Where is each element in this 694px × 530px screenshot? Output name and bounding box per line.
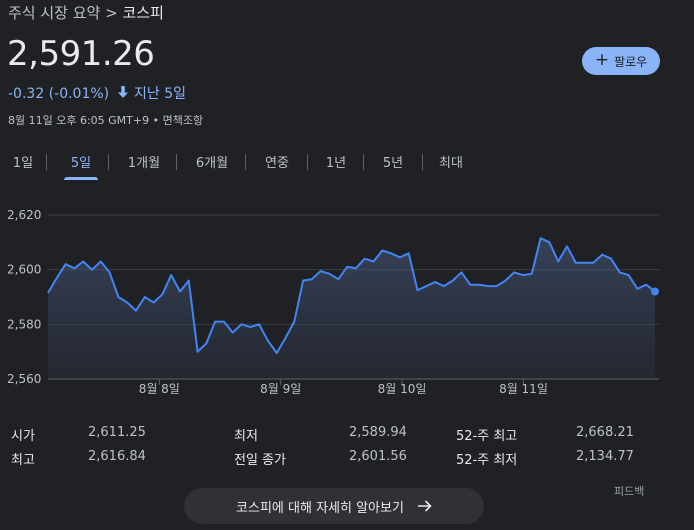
price-chart[interactable]: 2,620 2,600 2,580 2,560 8월 8일 8월 9일 8월 10일 8월 1… (0, 195, 694, 405)
feedback-link[interactable]: 피드백 (614, 483, 644, 499)
y-tick-label: 2,580 (7, 317, 41, 331)
tab-divider (307, 154, 308, 170)
tab-5d[interactable]: 5일 (64, 146, 98, 180)
tab-max[interactable]: 최대 (434, 146, 468, 176)
tab-divider (363, 154, 364, 170)
y-tick-label: 2,560 (7, 372, 41, 386)
tab-1d[interactable]: 1일 (7, 146, 39, 176)
tab-5y[interactable]: 5년 (376, 146, 410, 176)
price-change-period: 지난 5일 (134, 86, 187, 102)
tab-divider (176, 154, 177, 170)
x-tick-label: 8월 11일 (499, 382, 548, 396)
stat-52w-high-value: 2,668.21 (576, 425, 634, 440)
arrow-right-icon (417, 496, 432, 517)
x-tick-label: 8월 9일 (260, 382, 301, 396)
breadcrumb-parent-link[interactable]: 주식 시장 요약 (8, 4, 100, 22)
current-price: 2,591.26 (7, 34, 155, 74)
arrow-down-icon (117, 86, 128, 102)
timestamp-disclaimer: 8월 11일 오후 6:05 GMT+9 • 면책조항 (8, 114, 204, 127)
breadcrumb: 주식 시장 요약 > 코스피 (8, 2, 164, 23)
tab-divider (108, 154, 109, 170)
tab-divider (46, 154, 47, 170)
tab-label: 1년 (325, 155, 347, 171)
y-tick-label: 2,600 (7, 263, 41, 277)
breadcrumb-separator: > (105, 4, 118, 22)
latest-price-dot (651, 287, 659, 296)
stat-low-label: 최저 (234, 429, 258, 444)
x-tick-label: 8월 10일 (378, 382, 427, 396)
tab-label: 연중 (265, 155, 289, 171)
tab-label: 최대 (439, 155, 463, 171)
stat-52w-high-label: 52-주 최고 (456, 429, 518, 444)
tab-1y[interactable]: 1년 (320, 146, 352, 176)
stat-open-value: 2,611.25 (88, 425, 146, 440)
tab-label: 1개월 (127, 155, 161, 171)
stat-52w-low-value: 2,134.77 (576, 449, 634, 464)
follow-button-label: 팔로우 (614, 54, 648, 69)
price-change-value: -0.32 (-0.01%) (8, 86, 110, 102)
stat-52w-low-label: 52-주 최저 (456, 453, 518, 468)
tab-6m[interactable]: 6개월 (189, 146, 235, 176)
breadcrumb-current: 코스피 (122, 4, 164, 22)
learn-more-button[interactable]: 코스피에 대해 자세히 알아보기 (184, 488, 484, 524)
tab-1m[interactable]: 1개월 (121, 146, 167, 176)
tab-label: 6개월 (195, 155, 229, 171)
tab-ytd[interactable]: 연중 (259, 146, 295, 176)
price-area (48, 238, 655, 379)
tab-divider (245, 154, 246, 170)
stat-high-label: 최고 (11, 453, 35, 468)
stat-high-value: 2,616.84 (88, 449, 146, 464)
tab-label: 1일 (12, 155, 34, 171)
stat-open-label: 시가 (11, 429, 35, 444)
time-range-tabs: 1일 5일 1개월 6개월 연중 1년 5년 최대 (0, 146, 694, 180)
x-tick-label: 8월 8일 (139, 382, 180, 396)
tab-label: 5일 (70, 155, 92, 171)
tab-divider (422, 154, 423, 170)
follow-button[interactable]: + 팔로우 (582, 47, 660, 75)
price-change: -0.32 (-0.01%) 지난 5일 (8, 83, 186, 103)
stat-prev-close-label: 전일 종가 (234, 453, 286, 468)
tab-label: 5년 (382, 155, 404, 171)
learn-more-label: 코스피에 대해 자세히 알아보기 (236, 500, 404, 516)
stat-low-value: 2,589.94 (349, 425, 407, 440)
stat-prev-close-value: 2,601.56 (349, 449, 407, 464)
y-tick-label: 2,620 (7, 208, 41, 222)
plus-icon: + (594, 49, 610, 70)
